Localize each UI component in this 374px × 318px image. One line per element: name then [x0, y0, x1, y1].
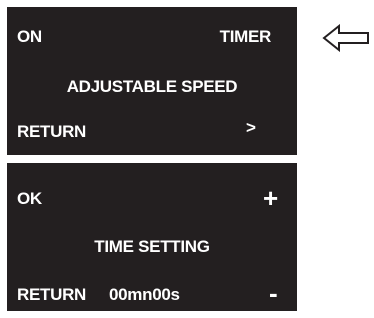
left-arrow-icon	[322, 24, 369, 52]
ok-option[interactable]: OK	[17, 189, 42, 209]
on-option[interactable]: ON	[17, 27, 42, 47]
menu-title: TIME SETTING	[94, 237, 210, 256]
timer-option[interactable]: TIMER	[220, 27, 272, 47]
next-option[interactable]: >	[246, 118, 256, 138]
menu-title: ADJUSTABLE SPEED	[66, 77, 238, 96]
plus-button[interactable]: +	[263, 185, 278, 211]
time-value: 00mn00s	[109, 285, 180, 304]
return-option[interactable]: RETURN	[17, 122, 86, 142]
minus-button[interactable]: -	[269, 280, 278, 306]
main-menu-screen: ON TIMER ADJUSTABLE SPEED RETURN >	[7, 7, 297, 155]
return-option[interactable]: RETURN	[17, 285, 86, 305]
time-setting-screen: OK + TIME SETTING RETURN 00mn00s -	[7, 163, 297, 311]
